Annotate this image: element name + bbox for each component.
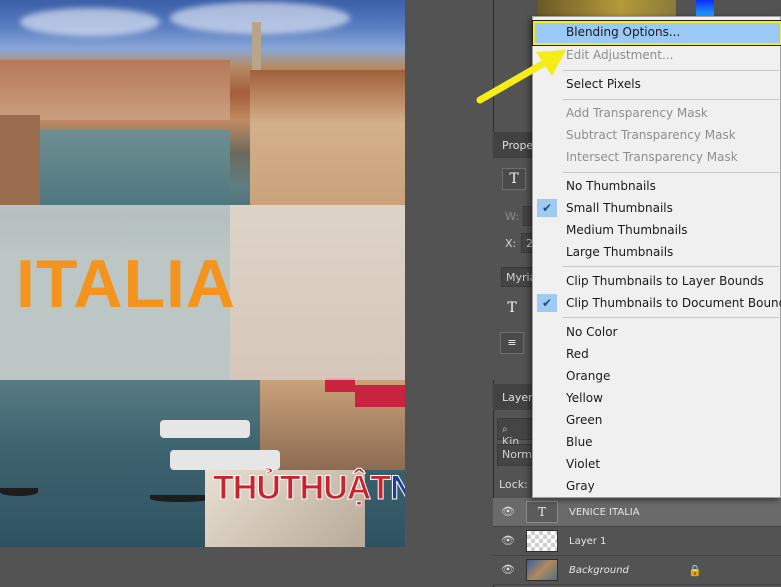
building-right-block <box>250 70 405 205</box>
menu-item-large-thumbnails[interactable]: Large Thumbnails <box>533 241 781 263</box>
menu-item-violet[interactable]: Violet <box>533 453 781 475</box>
menu-item-label: Add Transparency Mask <box>566 106 708 120</box>
menu-item-orange[interactable]: Orange <box>533 365 781 387</box>
checkmark-icon: ✔ <box>537 199 557 217</box>
building-left-block <box>0 115 40 205</box>
menu-item-label: Violet <box>566 457 601 471</box>
gondola <box>0 488 38 496</box>
document-canvas[interactable]: ITALIA THỦTHUẬTNHANH <box>0 0 405 547</box>
menu-item-label: No Color <box>566 325 618 339</box>
lock-label: Lock: <box>499 478 528 491</box>
menu-item-blending-options[interactable]: Blending Options... <box>532 20 781 46</box>
menu-separator <box>563 172 779 173</box>
layer-row-layer-1[interactable]: 👁 Layer 1 <box>493 527 781 556</box>
menu-item-label: Subtract Transparency Mask <box>566 128 736 142</box>
menu-item-label: Yellow <box>566 391 603 405</box>
cloud-shape <box>20 8 160 36</box>
menu-item-subtract-transparency-mask[interactable]: Subtract Transparency Mask <box>533 124 781 146</box>
menu-item-label: Select Pixels <box>566 77 641 91</box>
align-left-icon[interactable]: ≡ <box>500 332 524 354</box>
layer-thumbnail <box>526 530 558 552</box>
width-label: W: <box>505 210 519 223</box>
building-rooftops <box>0 60 230 120</box>
menu-item-label: Clip Thumbnails to Layer Bounds <box>566 274 764 288</box>
font-family-field[interactable]: Myria <box>501 267 536 287</box>
menu-item-clip-to-document-bounds[interactable]: ✔ Clip Thumbnails to Document Bounds <box>533 292 781 314</box>
layer-name: Layer 1 <box>569 536 607 547</box>
checkmark-icon: ✔ <box>537 294 557 312</box>
menu-item-label: Medium Thumbnails <box>566 223 688 237</box>
layer-row-background[interactable]: 👁 Background 🔒 <box>493 556 781 585</box>
menu-item-label: Intersect Transparency Mask <box>566 150 738 164</box>
search-icon: ⌕ <box>502 424 508 435</box>
menu-item-label: Orange <box>566 369 611 383</box>
eye-visibility-icon[interactable]: 👁 <box>501 564 515 576</box>
red-awning <box>355 385 405 407</box>
menu-item-small-thumbnails[interactable]: ✔ Small Thumbnails <box>533 197 781 219</box>
menu-item-yellow[interactable]: Yellow <box>533 387 781 409</box>
menu-item-label: Edit Adjustment... <box>566 48 674 62</box>
text-layer-thumbnail: T <box>526 501 558 523</box>
text-type-icon: T <box>502 168 526 190</box>
menu-item-clip-to-layer-bounds[interactable]: Clip Thumbnails to Layer Bounds <box>533 270 781 292</box>
watermark-logo: THỦTHUẬTNHANH <box>212 469 405 507</box>
layer-row-venice-italia[interactable]: 👁 T VENICE ITALIA <box>493 498 781 527</box>
eye-visibility-icon[interactable]: 👁 <box>501 506 515 518</box>
menu-item-label: Small Thumbnails <box>566 201 673 215</box>
background-thumbnail <box>526 559 558 581</box>
menu-item-label: No Thumbnails <box>566 179 656 193</box>
layer-name: Background <box>569 565 629 576</box>
document-workspace: ITALIA THỦTHUẬTNHANH <box>0 0 493 587</box>
x-label: X: <box>505 237 517 250</box>
menu-item-label: Large Thumbnails <box>566 245 674 259</box>
eye-visibility-icon[interactable]: 👁 <box>501 535 515 547</box>
menu-separator <box>563 266 779 267</box>
gondola <box>150 495 210 502</box>
menu-item-label: Blending Options... <box>566 25 681 39</box>
blend-mode-select[interactable]: Norma <box>497 444 539 466</box>
menu-item-label: Green <box>566 413 603 427</box>
menu-item-red[interactable]: Red <box>533 343 781 365</box>
menu-item-blue[interactable]: Blue <box>533 431 781 453</box>
lock-icon: 🔒 <box>688 564 702 577</box>
menu-separator <box>563 99 779 100</box>
menu-item-label: Gray <box>566 479 595 493</box>
layer-name: VENICE ITALIA <box>569 507 640 518</box>
annotation-arrow-icon <box>476 50 566 104</box>
boat <box>170 450 280 470</box>
menu-item-label: Clip Thumbnails to Document Bounds <box>566 296 781 310</box>
menu-item-no-thumbnails[interactable]: No Thumbnails <box>533 175 781 197</box>
bell-tower <box>252 22 261 70</box>
menu-item-label: Blue <box>566 435 593 449</box>
canal-upper <box>40 130 230 205</box>
menu-item-no-color[interactable]: No Color <box>533 321 781 343</box>
menu-item-green[interactable]: Green <box>533 409 781 431</box>
red-awning <box>325 378 355 392</box>
canvas-title-text[interactable]: ITALIA <box>16 250 236 318</box>
watermark-part-2: NHANH <box>390 469 405 507</box>
font-size-icon[interactable]: T <box>500 298 524 320</box>
menu-separator <box>563 317 779 318</box>
menu-item-intersect-transparency-mask[interactable]: Intersect Transparency Mask <box>533 146 781 168</box>
menu-item-medium-thumbnails[interactable]: Medium Thumbnails <box>533 219 781 241</box>
watermark-part-1: THỦTHUẬT <box>212 469 391 507</box>
boat <box>160 420 250 438</box>
layers-list: 👁 T VENICE ITALIA 👁 Layer 1 👁 Background… <box>493 498 781 587</box>
menu-separator <box>563 70 779 71</box>
menu-item-label: Red <box>566 347 589 361</box>
layer-filter-field[interactable]: ⌕ Kin <box>497 418 533 448</box>
menu-item-gray[interactable]: Gray <box>533 475 781 497</box>
